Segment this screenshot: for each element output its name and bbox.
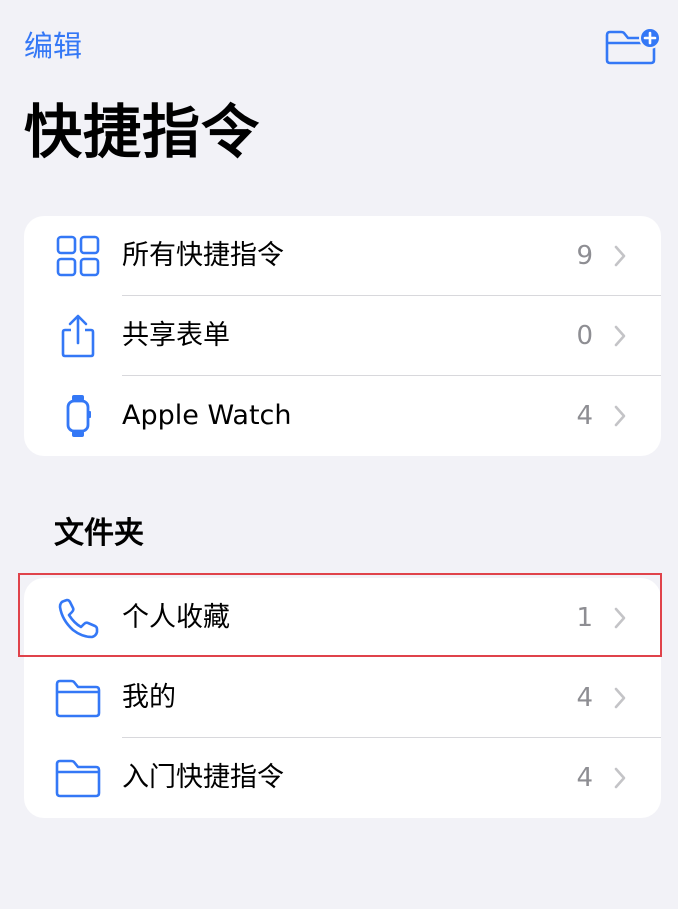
list-item-count: 4	[576, 401, 593, 431]
folder-icon	[55, 679, 101, 718]
list-item-count: 4	[576, 763, 593, 793]
folders-list: 个人收藏 1 我的 4 入门快捷指令 4	[24, 578, 661, 818]
list-item-label: 个人收藏	[122, 602, 230, 633]
list-item-favorites[interactable]: 个人收藏 1	[24, 578, 661, 658]
list-item-label: 入门快捷指令	[122, 762, 284, 793]
list-item-count: 1	[576, 603, 593, 633]
page-title: 快捷指令	[24, 98, 261, 166]
chevron-right-icon	[614, 405, 626, 427]
list-item-label: 所有快捷指令	[122, 240, 284, 271]
chevron-right-icon	[614, 325, 626, 347]
library-list: 所有快捷指令 9 共享表单 0 Apple Watch 4	[24, 216, 661, 456]
chevron-right-icon	[614, 767, 626, 789]
chevron-right-icon	[614, 607, 626, 629]
list-item-starter-shortcuts[interactable]: 入门快捷指令 4	[24, 738, 661, 818]
phone-icon	[58, 598, 99, 639]
folder-plus-icon	[605, 27, 661, 65]
list-item-label: 共享表单	[122, 320, 230, 351]
list-item-my-folder[interactable]: 我的 4	[24, 658, 661, 738]
list-item-share-sheet[interactable]: 共享表单 0	[24, 296, 661, 376]
navigation-bar: 编辑	[0, 0, 678, 90]
list-item-label: 我的	[122, 682, 176, 713]
share-icon	[61, 314, 95, 358]
chevron-right-icon	[614, 687, 626, 709]
list-item-count: 0	[576, 321, 593, 351]
list-item-apple-watch[interactable]: Apple Watch 4	[24, 376, 661, 456]
chevron-right-icon	[614, 245, 626, 267]
list-item-count: 9	[576, 241, 593, 271]
list-item-count: 4	[576, 683, 593, 713]
list-item-label: Apple Watch	[122, 400, 292, 431]
folder-icon	[55, 759, 101, 798]
list-item-all-shortcuts[interactable]: 所有快捷指令 9	[24, 216, 661, 296]
grid-icon	[56, 235, 100, 277]
edit-button[interactable]: 编辑	[24, 26, 82, 66]
new-folder-button[interactable]	[602, 24, 662, 68]
watch-icon	[66, 395, 91, 437]
folders-section-header: 文件夹	[54, 516, 144, 551]
